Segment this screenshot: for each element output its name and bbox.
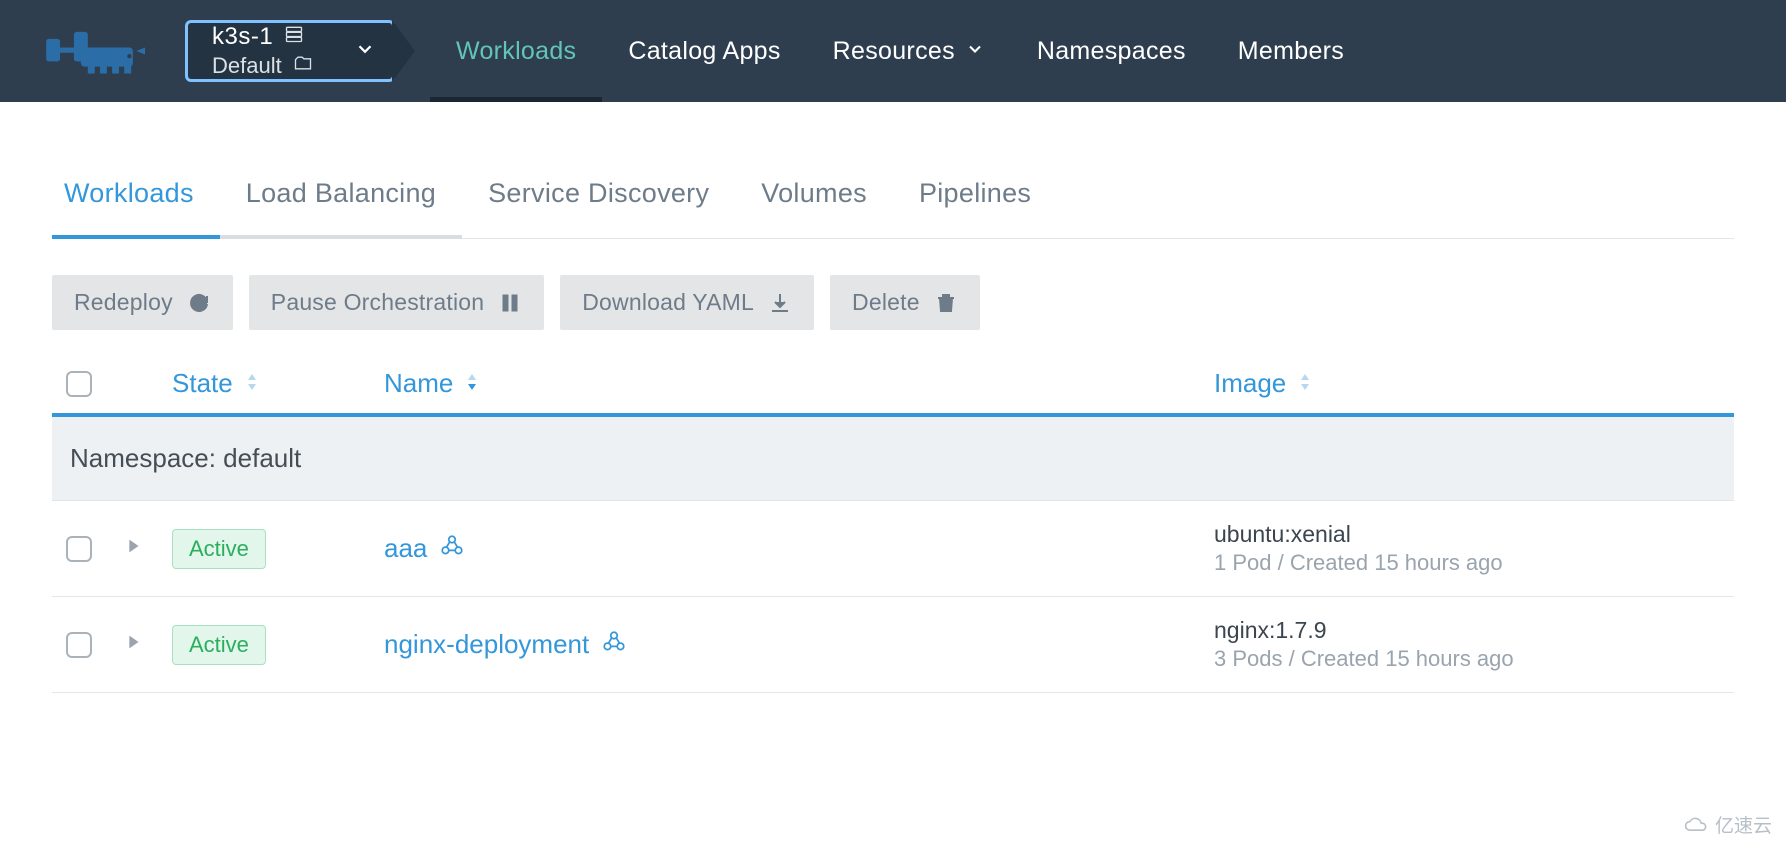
column-name-label: Name [384,368,453,399]
image-name: nginx:1.7.9 [1214,617,1734,644]
nav-label: Catalog Apps [628,37,780,66]
watermark-text: 亿速云 [1715,811,1772,838]
nav-resources[interactable]: Resources [807,0,1011,102]
trash-icon [934,291,958,315]
image-meta: 3 Pods / Created 15 hours ago [1214,646,1734,672]
workloads-table: State Name Image Namespace: default [52,356,1734,693]
nav-label: Namespaces [1037,37,1186,66]
chevron-down-icon [965,37,985,66]
pause-orchestration-button[interactable]: Pause Orchestration [249,275,544,330]
image-name: ubuntu:xenial [1214,521,1734,548]
rancher-logo-icon [39,25,147,77]
download-yaml-button[interactable]: Download YAML [560,275,814,330]
image-meta: 1 Pod / Created 15 hours ago [1214,550,1734,576]
state-badge: Active [172,625,266,665]
workload-name-link[interactable]: nginx-deployment [384,629,589,660]
watermark: 亿速云 [1683,811,1772,838]
chevron-down-icon [354,38,376,65]
nav-namespaces[interactable]: Namespaces [1011,0,1212,102]
redeploy-label: Redeploy [74,289,173,316]
redeploy-button[interactable]: Redeploy [52,275,233,330]
nav-workloads[interactable]: Workloads [430,0,602,102]
tab-volumes[interactable]: Volumes [735,162,893,239]
download-icon [768,291,792,315]
table-row: Active aaa ubuntu:xenial1 Pod / Created 15… [52,501,1734,597]
app-logo[interactable] [0,0,185,102]
cluster-icon [283,23,305,51]
nav-label: Workloads [456,37,576,66]
pause-icon [498,291,522,315]
table-header: State Name Image [52,356,1734,417]
row-expander[interactable] [122,631,172,658]
column-image-label: Image [1214,368,1286,399]
nav-label: Resources [833,37,955,66]
project-name: Default [212,53,282,79]
bulk-action-bar: Redeploy Pause Orchestration Download YA… [52,275,1734,330]
nav-members[interactable]: Members [1212,0,1370,102]
cluster-name: k3s-1 [212,23,273,51]
row-checkbox[interactable] [66,536,92,562]
deployment-icon [439,533,465,564]
table-row: Active nginx-deployment nginx:1.7.93 Pods … [52,597,1734,693]
row-checkbox[interactable] [66,632,92,658]
workload-name-link[interactable]: aaa [384,533,427,564]
column-name[interactable]: Name [384,368,1214,399]
tab-pipelines[interactable]: Pipelines [893,162,1057,239]
download-label: Download YAML [582,289,754,316]
cloud-icon [1683,815,1709,835]
primary-nav: Workloads Catalog Apps Resources Namespaces… [430,0,1370,102]
cluster-project-selector[interactable]: k3s-1 Default [185,20,395,82]
state-badge: Active [172,529,266,569]
sort-icon [243,368,261,399]
sort-icon [1296,368,1314,399]
workload-tabs: WorkloadsLoad BalancingService Discovery… [52,162,1734,239]
column-state[interactable]: State [172,368,384,399]
top-nav: k3s-1 Default Workloads Catalog Apps Resou… [0,0,1786,102]
column-state-label: State [172,368,233,399]
row-expander[interactable] [122,535,172,562]
deployment-icon [601,629,627,660]
column-image[interactable]: Image [1214,368,1734,399]
nav-label: Members [1238,37,1344,66]
delete-button[interactable]: Delete [830,275,980,330]
page-content: WorkloadsLoad BalancingService Discovery… [0,162,1786,693]
namespace-group-header: Namespace: default [52,417,1734,501]
tab-load-balancing[interactable]: Load Balancing [220,162,462,239]
pause-label: Pause Orchestration [271,289,484,316]
tab-workloads[interactable]: Workloads [52,162,220,239]
delete-label: Delete [852,289,920,316]
sort-icon [463,368,481,399]
tab-service-discovery[interactable]: Service Discovery [462,162,735,239]
redo-icon [187,291,211,315]
folder-icon [292,53,314,79]
nav-catalog-apps[interactable]: Catalog Apps [602,0,806,102]
select-all-cell [52,371,122,397]
namespace-label: Namespace: default [70,443,301,473]
select-all-checkbox[interactable] [66,371,92,397]
